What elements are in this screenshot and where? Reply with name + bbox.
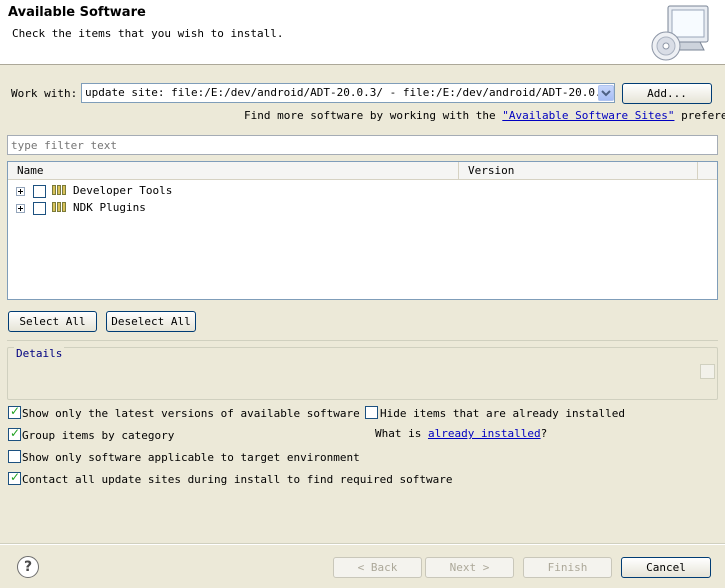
details-label: Details: [14, 347, 65, 360]
work-with-combo[interactable]: update site: file:/E:/dev/android/ADT-20…: [81, 83, 615, 103]
column-header-filler: [698, 162, 717, 180]
column-header-version[interactable]: Version: [459, 162, 698, 180]
table-row[interactable]: Developer Tools: [14, 183, 414, 200]
cancel-button[interactable]: Cancel: [621, 557, 711, 578]
add-site-button[interactable]: Add...: [622, 83, 712, 104]
expand-icon[interactable]: [16, 187, 25, 196]
available-software-sites-link[interactable]: "Available Software Sites": [502, 109, 674, 122]
hide-installed-checkbox[interactable]: [365, 406, 378, 419]
dropdown-arrow-icon[interactable]: [598, 85, 614, 101]
details-group: [7, 347, 718, 400]
page-subtitle: Check the items that you wish to install…: [12, 27, 284, 40]
find-more-suffix: preferences.: [681, 109, 725, 122]
what-is-prefix: What is: [375, 427, 428, 440]
work-with-value: update site: file:/E:/dev/android/ADT-20…: [85, 86, 615, 99]
latest-versions-label[interactable]: Show only the latest versions of availab…: [22, 407, 360, 420]
details-scroll-icon[interactable]: [700, 364, 715, 379]
category-icon: [52, 185, 69, 196]
what-is-suffix: ?: [540, 427, 548, 440]
row-checkbox[interactable]: [33, 202, 46, 215]
select-all-button[interactable]: Select All: [8, 311, 97, 332]
column-header-name[interactable]: Name: [8, 162, 459, 180]
category-icon: [52, 202, 69, 213]
find-more-prefix: Find more software by working with the: [244, 109, 503, 122]
filter-input[interactable]: [7, 135, 718, 155]
group-by-category-checkbox[interactable]: [8, 426, 21, 441]
hide-installed-label[interactable]: Hide items that are already installed: [380, 407, 625, 420]
next-button[interactable]: Next >: [425, 557, 514, 578]
find-more-text: Find more software by working with the "…: [244, 109, 725, 122]
help-icon[interactable]: ?: [17, 556, 39, 578]
row-name: NDK Plugins: [73, 201, 146, 214]
group-by-category-label[interactable]: Group items by category: [22, 429, 174, 442]
page-title: Available Software: [8, 5, 146, 20]
expand-icon[interactable]: [16, 204, 25, 213]
footer-separator: [0, 543, 725, 545]
deselect-all-button[interactable]: Deselect All: [106, 311, 196, 332]
cd-monitor-icon: [648, 4, 712, 62]
contact-sites-checkbox[interactable]: [8, 470, 21, 485]
latest-versions-checkbox[interactable]: [8, 404, 21, 419]
target-env-label[interactable]: Show only software applicable to target …: [22, 451, 360, 464]
back-button[interactable]: < Back: [333, 557, 422, 578]
work-with-label: Work with:: [11, 87, 78, 100]
table-row[interactable]: NDK Plugins: [14, 200, 414, 217]
row-name: Developer Tools: [73, 184, 173, 197]
finish-button[interactable]: Finish: [523, 557, 612, 578]
target-env-checkbox[interactable]: [8, 450, 21, 463]
row-checkbox[interactable]: [33, 185, 46, 198]
separator: [7, 340, 718, 341]
software-table[interactable]: Name Version Developer Tools NDK Plugins: [7, 161, 718, 300]
contact-sites-label[interactable]: Contact all update sites during install …: [22, 473, 452, 486]
what-is-installed-text: What is already installed?: [375, 427, 547, 440]
already-installed-link[interactable]: already installed: [428, 427, 541, 440]
